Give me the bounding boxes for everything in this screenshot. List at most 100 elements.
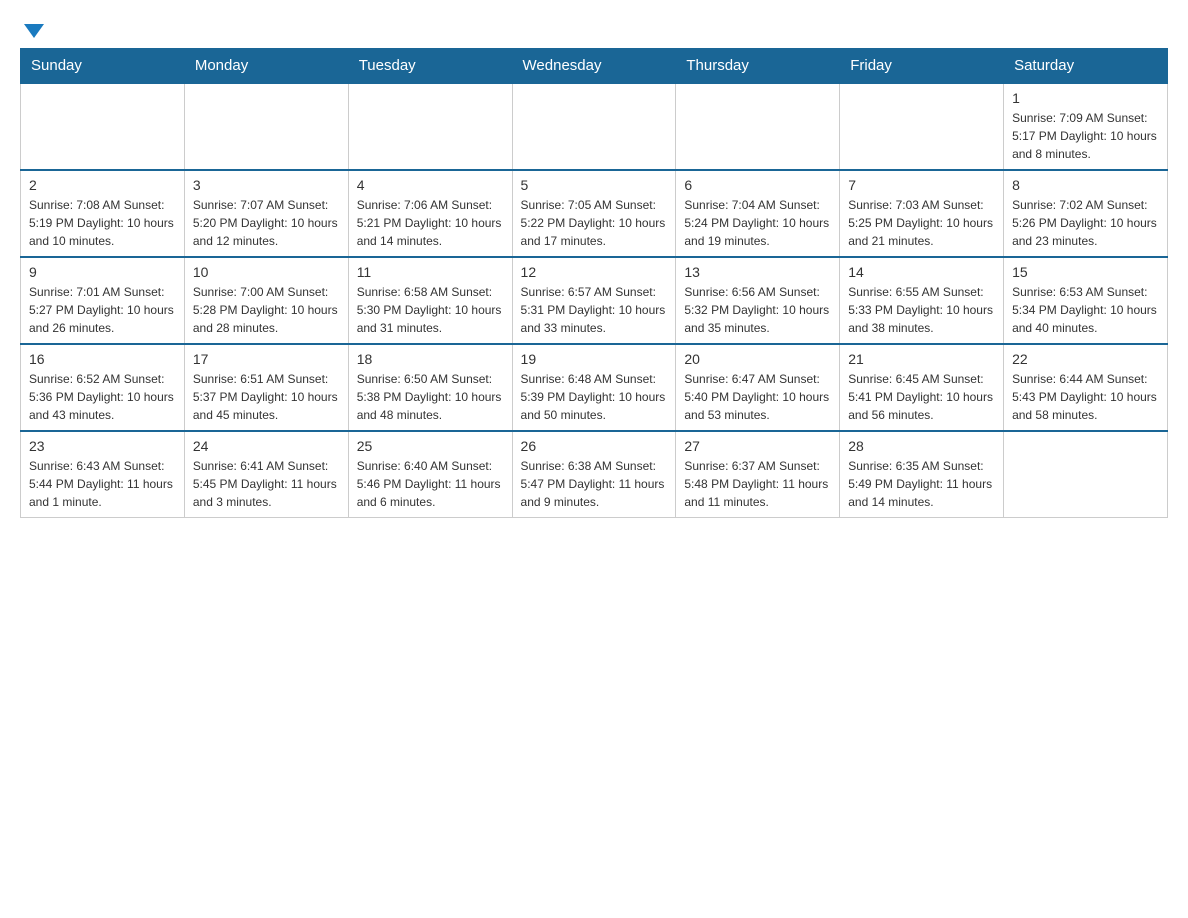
calendar-cell: 22 Sunrise: 6:44 AM Sunset: 5:43 PM Dayli… bbox=[1004, 344, 1168, 431]
day-info: Sunrise: 6:50 AM Sunset: 5:38 PM Dayligh… bbox=[357, 370, 504, 424]
day-number: 4 bbox=[357, 177, 504, 193]
day-number: 17 bbox=[193, 351, 340, 367]
day-of-week-header: Friday bbox=[840, 49, 1004, 84]
day-number: 16 bbox=[29, 351, 176, 367]
calendar-cell: 14 Sunrise: 6:55 AM Sunset: 5:33 PM Dayli… bbox=[840, 257, 1004, 344]
day-info: Sunrise: 7:01 AM Sunset: 5:27 PM Dayligh… bbox=[29, 283, 176, 337]
calendar-cell: 6Sunrise: 7:04 AM Sunset: 5:24 PM Daylig… bbox=[676, 170, 840, 257]
day-number: 18 bbox=[357, 351, 504, 367]
calendar-cell: 9 Sunrise: 7:01 AM Sunset: 5:27 PM Daylig… bbox=[21, 257, 185, 344]
day-info: Sunrise: 6:51 AM Sunset: 5:37 PM Dayligh… bbox=[193, 370, 340, 424]
day-info: Sunrise: 6:55 AM Sunset: 5:33 PM Dayligh… bbox=[848, 283, 995, 337]
day-number: 20 bbox=[684, 351, 831, 367]
day-number: 5 bbox=[521, 177, 668, 193]
calendar-cell: 28 Sunrise: 6:35 AM Sunset: 5:49 PM Dayli… bbox=[840, 431, 1004, 518]
calendar-cell bbox=[21, 83, 185, 170]
calendar-cell bbox=[184, 83, 348, 170]
day-number: 12 bbox=[521, 264, 668, 280]
day-number: 6 bbox=[684, 177, 831, 193]
day-number: 26 bbox=[521, 438, 668, 454]
day-of-week-header: Monday bbox=[184, 49, 348, 84]
calendar-cell: 17 Sunrise: 6:51 AM Sunset: 5:37 PM Dayli… bbox=[184, 344, 348, 431]
day-info: Sunrise: 7:07 AM Sunset: 5:20 PM Dayligh… bbox=[193, 196, 340, 250]
day-info: Sunrise: 6:52 AM Sunset: 5:36 PM Dayligh… bbox=[29, 370, 176, 424]
calendar-cell: 15 Sunrise: 6:53 AM Sunset: 5:34 PM Dayli… bbox=[1004, 257, 1168, 344]
day-number: 19 bbox=[521, 351, 668, 367]
day-info: Sunrise: 7:00 AM Sunset: 5:28 PM Dayligh… bbox=[193, 283, 340, 337]
day-of-week-header: Sunday bbox=[21, 49, 185, 84]
calendar-cell: 10 Sunrise: 7:00 AM Sunset: 5:28 PM Dayli… bbox=[184, 257, 348, 344]
day-number: 25 bbox=[357, 438, 504, 454]
calendar-week-row: 23 Sunrise: 6:43 AM Sunset: 5:44 PM Dayli… bbox=[21, 431, 1168, 518]
day-info: Sunrise: 6:38 AM Sunset: 5:47 PM Dayligh… bbox=[521, 457, 668, 511]
day-info: Sunrise: 6:56 AM Sunset: 5:32 PM Dayligh… bbox=[684, 283, 831, 337]
calendar-cell: 20 Sunrise: 6:47 AM Sunset: 5:40 PM Dayli… bbox=[676, 344, 840, 431]
day-info: Sunrise: 6:45 AM Sunset: 5:41 PM Dayligh… bbox=[848, 370, 995, 424]
day-number: 14 bbox=[848, 264, 995, 280]
day-number: 7 bbox=[848, 177, 995, 193]
day-number: 23 bbox=[29, 438, 176, 454]
calendar-week-row: 16 Sunrise: 6:52 AM Sunset: 5:36 PM Dayli… bbox=[21, 344, 1168, 431]
day-number: 24 bbox=[193, 438, 340, 454]
day-number: 27 bbox=[684, 438, 831, 454]
calendar-cell: 27 Sunrise: 6:37 AM Sunset: 5:48 PM Dayli… bbox=[676, 431, 840, 518]
day-number: 13 bbox=[684, 264, 831, 280]
day-of-week-header: Wednesday bbox=[512, 49, 676, 84]
calendar-cell bbox=[676, 83, 840, 170]
day-info: Sunrise: 6:37 AM Sunset: 5:48 PM Dayligh… bbox=[684, 457, 831, 511]
logo-arrow-icon bbox=[24, 24, 44, 38]
day-number: 10 bbox=[193, 264, 340, 280]
day-info: Sunrise: 6:44 AM Sunset: 5:43 PM Dayligh… bbox=[1012, 370, 1159, 424]
calendar-cell bbox=[840, 83, 1004, 170]
calendar-cell: 11Sunrise: 6:58 AM Sunset: 5:30 PM Dayli… bbox=[348, 257, 512, 344]
day-number: 2 bbox=[29, 177, 176, 193]
day-info: Sunrise: 7:05 AM Sunset: 5:22 PM Dayligh… bbox=[521, 196, 668, 250]
day-of-week-header: Saturday bbox=[1004, 49, 1168, 84]
day-info: Sunrise: 6:41 AM Sunset: 5:45 PM Dayligh… bbox=[193, 457, 340, 511]
day-info: Sunrise: 6:48 AM Sunset: 5:39 PM Dayligh… bbox=[521, 370, 668, 424]
day-number: 3 bbox=[193, 177, 340, 193]
calendar-header-row: SundayMondayTuesdayWednesdayThursdayFrid… bbox=[21, 49, 1168, 84]
calendar-cell: 13 Sunrise: 6:56 AM Sunset: 5:32 PM Dayli… bbox=[676, 257, 840, 344]
day-info: Sunrise: 6:40 AM Sunset: 5:46 PM Dayligh… bbox=[357, 457, 504, 511]
calendar-cell: 18 Sunrise: 6:50 AM Sunset: 5:38 PM Dayli… bbox=[348, 344, 512, 431]
calendar-cell: 26 Sunrise: 6:38 AM Sunset: 5:47 PM Dayli… bbox=[512, 431, 676, 518]
day-number: 1 bbox=[1012, 90, 1159, 106]
calendar-week-row: 1 Sunrise: 7:09 AM Sunset: 5:17 PM Daylig… bbox=[21, 83, 1168, 170]
day-info: Sunrise: 6:43 AM Sunset: 5:44 PM Dayligh… bbox=[29, 457, 176, 511]
calendar-cell: 16 Sunrise: 6:52 AM Sunset: 5:36 PM Dayli… bbox=[21, 344, 185, 431]
calendar-cell: 19 Sunrise: 6:48 AM Sunset: 5:39 PM Dayli… bbox=[512, 344, 676, 431]
calendar-cell bbox=[1004, 431, 1168, 518]
page-header bbox=[20, 20, 1168, 38]
calendar-cell: 5 Sunrise: 7:05 AM Sunset: 5:22 PM Daylig… bbox=[512, 170, 676, 257]
calendar-cell: 8Sunrise: 7:02 AM Sunset: 5:26 PM Daylig… bbox=[1004, 170, 1168, 257]
calendar-cell: 2 Sunrise: 7:08 AM Sunset: 5:19 PM Daylig… bbox=[21, 170, 185, 257]
day-number: 28 bbox=[848, 438, 995, 454]
day-info: Sunrise: 6:57 AM Sunset: 5:31 PM Dayligh… bbox=[521, 283, 668, 337]
day-info: Sunrise: 7:09 AM Sunset: 5:17 PM Dayligh… bbox=[1012, 109, 1159, 163]
calendar-cell: 23 Sunrise: 6:43 AM Sunset: 5:44 PM Dayli… bbox=[21, 431, 185, 518]
calendar-cell: 12 Sunrise: 6:57 AM Sunset: 5:31 PM Dayli… bbox=[512, 257, 676, 344]
calendar-cell: 25 Sunrise: 6:40 AM Sunset: 5:46 PM Dayli… bbox=[348, 431, 512, 518]
day-info: Sunrise: 6:47 AM Sunset: 5:40 PM Dayligh… bbox=[684, 370, 831, 424]
day-number: 11 bbox=[357, 264, 504, 280]
day-number: 8 bbox=[1012, 177, 1159, 193]
day-info: Sunrise: 7:06 AM Sunset: 5:21 PM Dayligh… bbox=[357, 196, 504, 250]
calendar-cell bbox=[348, 83, 512, 170]
day-number: 21 bbox=[848, 351, 995, 367]
calendar-cell: 3 Sunrise: 7:07 AM Sunset: 5:20 PM Daylig… bbox=[184, 170, 348, 257]
day-info: Sunrise: 6:35 AM Sunset: 5:49 PM Dayligh… bbox=[848, 457, 995, 511]
calendar-cell: 1 Sunrise: 7:09 AM Sunset: 5:17 PM Daylig… bbox=[1004, 83, 1168, 170]
calendar-week-row: 9 Sunrise: 7:01 AM Sunset: 5:27 PM Daylig… bbox=[21, 257, 1168, 344]
day-number: 22 bbox=[1012, 351, 1159, 367]
day-info: Sunrise: 7:08 AM Sunset: 5:19 PM Dayligh… bbox=[29, 196, 176, 250]
calendar-cell: 7Sunrise: 7:03 AM Sunset: 5:25 PM Daylig… bbox=[840, 170, 1004, 257]
calendar-cell: 24 Sunrise: 6:41 AM Sunset: 5:45 PM Dayli… bbox=[184, 431, 348, 518]
day-number: 15 bbox=[1012, 264, 1159, 280]
calendar-cell: 21 Sunrise: 6:45 AM Sunset: 5:41 PM Dayli… bbox=[840, 344, 1004, 431]
day-number: 9 bbox=[29, 264, 176, 280]
calendar-cell: 4 Sunrise: 7:06 AM Sunset: 5:21 PM Daylig… bbox=[348, 170, 512, 257]
day-info: Sunrise: 6:53 AM Sunset: 5:34 PM Dayligh… bbox=[1012, 283, 1159, 337]
calendar-week-row: 2 Sunrise: 7:08 AM Sunset: 5:19 PM Daylig… bbox=[21, 170, 1168, 257]
calendar-cell bbox=[512, 83, 676, 170]
